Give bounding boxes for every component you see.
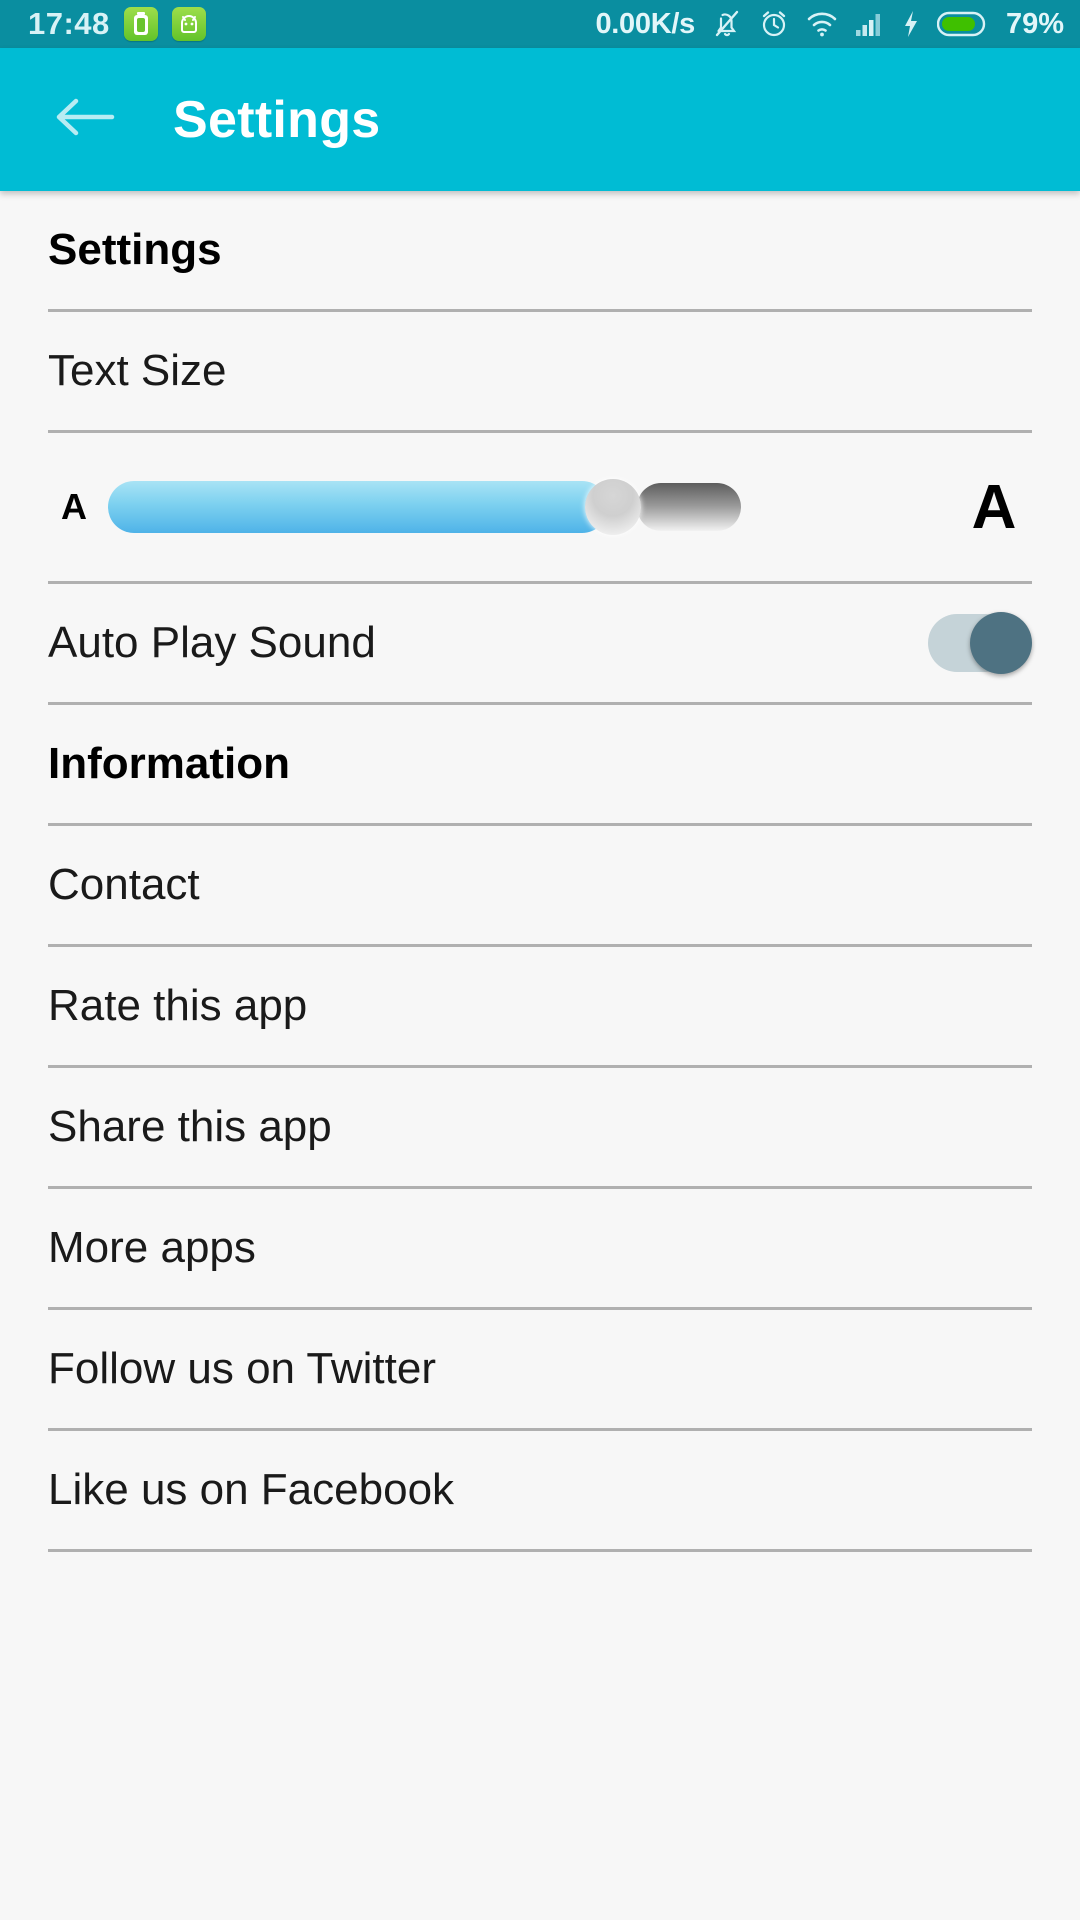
wifi-icon <box>806 10 838 38</box>
row-like-us-on-facebook[interactable]: Like us on Facebook <box>48 1431 1032 1549</box>
text-size-slider[interactable] <box>108 479 948 535</box>
clock-time: 17:48 <box>28 6 110 41</box>
row-text-size[interactable]: Text Size <box>48 312 1032 430</box>
row-label-more-apps: More apps <box>48 1223 256 1272</box>
auto-play-sound-toggle[interactable] <box>928 612 1032 674</box>
section-header-information: Information <box>48 739 290 788</box>
status-bar: 17:48 0.00K/s 79% <box>0 0 1080 48</box>
divider <box>48 1549 1032 1552</box>
back-button[interactable] <box>52 87 118 153</box>
section-header-settings: Settings <box>48 225 222 274</box>
row-label-share-this-app: Share this app <box>48 1102 332 1151</box>
bell-muted-icon <box>712 7 742 41</box>
toggle-thumb[interactable] <box>970 612 1032 674</box>
back-arrow-icon <box>54 94 116 145</box>
row-label-text-size: Text Size <box>48 346 227 395</box>
row-rate-this-app[interactable]: Rate this app <box>48 947 1032 1065</box>
slider-thumb[interactable] <box>585 479 642 535</box>
text-size-max-label: A <box>971 472 1017 542</box>
status-bar-right: 0.00K/s 79% <box>595 7 1064 41</box>
row-text-size-slider[interactable]: A A <box>48 433 1032 581</box>
alarm-clock-icon <box>759 8 789 40</box>
text-size-min-label: A <box>61 486 87 527</box>
row-more-apps[interactable]: More apps <box>48 1189 1032 1307</box>
signal-bars-icon <box>855 10 885 38</box>
slider-track-filled <box>108 481 608 533</box>
row-share-this-app[interactable]: Share this app <box>48 1068 1032 1186</box>
page-title: Settings <box>173 90 381 149</box>
row-follow-us-on-twitter[interactable]: Follow us on Twitter <box>48 1310 1032 1428</box>
row-label-follow-us-on-twitter: Follow us on Twitter <box>48 1344 437 1393</box>
network-speed: 0.00K/s <box>595 7 695 40</box>
status-bar-left: 17:48 <box>28 6 206 42</box>
row-label-contact: Contact <box>48 860 200 909</box>
app-bar: Settings <box>0 48 1080 191</box>
settings-content: Settings Text Size A A Auto Play Sound I… <box>0 191 1080 1552</box>
row-label-like-us-on-facebook: Like us on Facebook <box>48 1465 455 1514</box>
row-contact[interactable]: Contact <box>48 826 1032 944</box>
battery-icon <box>936 10 989 38</box>
battery-percent: 79% <box>1005 7 1064 40</box>
android-robot-icon <box>171 7 206 41</box>
row-label-auto-play-sound: Auto Play Sound <box>48 618 376 667</box>
battery-app-icon <box>123 7 158 41</box>
slider-track-remaining <box>637 483 742 531</box>
row-auto-play-sound[interactable]: Auto Play Sound <box>48 584 1032 702</box>
row-label-rate-this-app: Rate this app <box>48 981 308 1030</box>
charging-bolt-icon <box>902 9 920 39</box>
